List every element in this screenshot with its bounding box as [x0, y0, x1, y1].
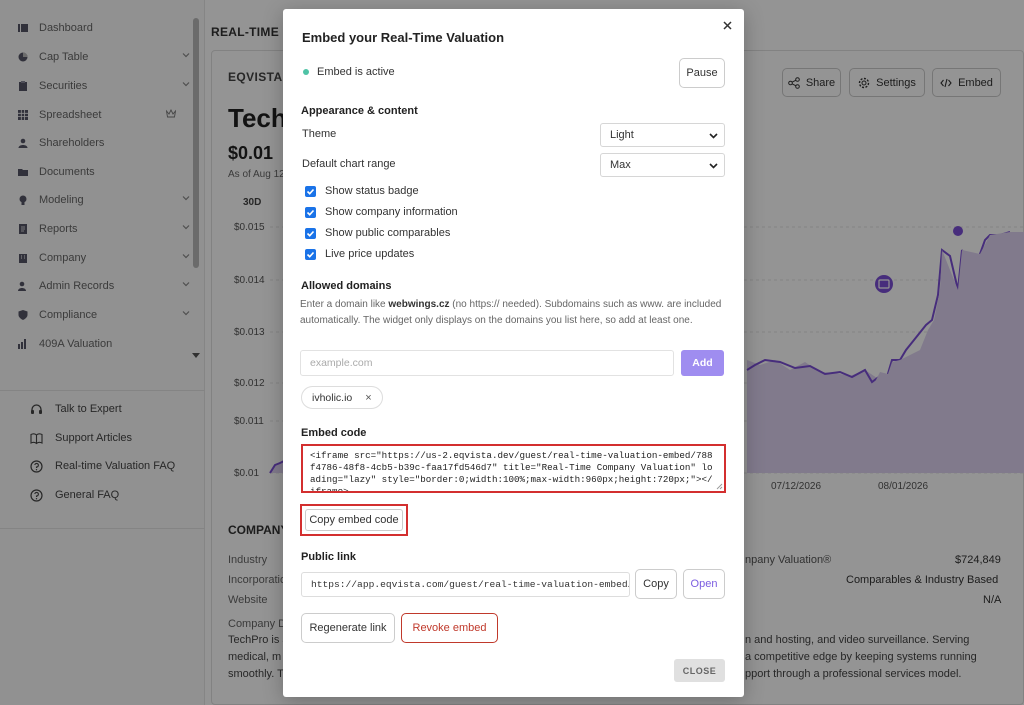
public-link-heading: Public link: [301, 551, 357, 563]
add-domain-button[interactable]: Add: [681, 350, 724, 376]
checkbox-checked-icon: [305, 248, 316, 260]
regenerate-link-button[interactable]: Regenerate link: [301, 613, 395, 643]
embed-code-heading: Embed code: [301, 427, 367, 439]
public-link-input[interactable]: https://app.eqvista.com/guest/real-time-…: [301, 572, 630, 597]
theme-select[interactable]: Light: [600, 123, 725, 147]
checkbox-checked-icon: [305, 227, 316, 239]
checkbox-public-comparables[interactable]: Show public comparables: [305, 226, 450, 240]
domains-helper-text: Enter a domain like webwings.cz (no http…: [300, 299, 722, 326]
appearance-heading: Appearance & content: [301, 105, 418, 117]
close-button[interactable]: CLOSE: [674, 659, 725, 682]
range-label: Default chart range: [302, 158, 396, 170]
remove-domain-icon[interactable]: ×: [365, 392, 371, 404]
copy-link-button[interactable]: Copy: [635, 569, 677, 599]
chevron-down-icon: [709, 133, 718, 139]
checkbox-live-price[interactable]: Live price updates: [305, 247, 414, 261]
close-modal-button[interactable]: [719, 17, 735, 33]
embed-code-textarea[interactable]: <iframe src="https://us-2.eqvista.dev/gu…: [301, 444, 726, 493]
copy-embed-code-button[interactable]: Copy embed code: [300, 504, 408, 536]
embed-modal: Embed your Real-Time Valuation Embed is …: [283, 9, 744, 697]
status-indicator: [303, 69, 309, 75]
revoke-embed-button[interactable]: Revoke embed: [401, 613, 498, 643]
modal-title: Embed your Real-Time Valuation: [302, 30, 505, 45]
pause-button[interactable]: Pause: [679, 58, 725, 88]
chevron-down-icon: [709, 163, 718, 169]
domain-input[interactable]: example.com: [300, 350, 674, 376]
chart-range-select[interactable]: Max: [600, 153, 725, 177]
domains-heading: Allowed domains: [301, 280, 392, 292]
checkbox-company-info[interactable]: Show company information: [305, 205, 458, 219]
resize-handle-icon[interactable]: [716, 483, 723, 490]
theme-label: Theme: [302, 128, 337, 140]
close-icon: [722, 20, 732, 30]
open-link-button[interactable]: Open: [683, 569, 725, 599]
domain-chip: ivholic.io ×: [301, 386, 383, 409]
embed-status: Embed is active: [317, 66, 395, 78]
checkbox-status-badge[interactable]: Show status badge: [305, 184, 419, 198]
checkbox-checked-icon: [305, 185, 316, 197]
checkbox-checked-icon: [305, 206, 316, 218]
